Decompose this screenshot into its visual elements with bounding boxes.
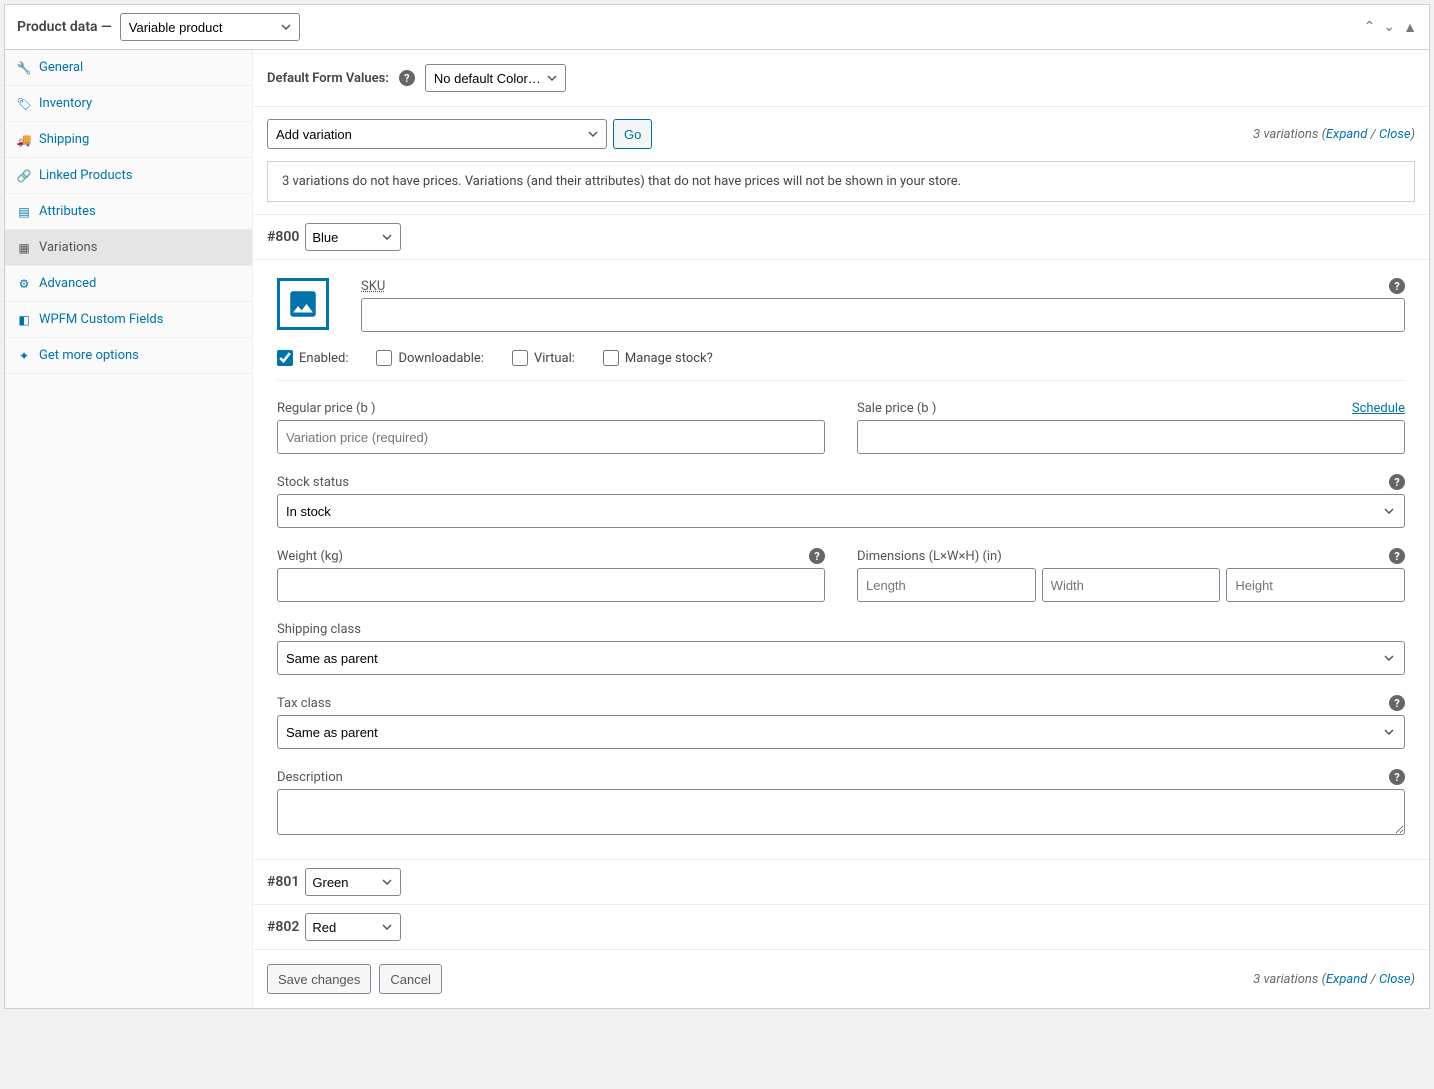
virtual-checkbox[interactable]: Virtual: xyxy=(512,350,575,366)
variation-801-header[interactable]: #801 Green xyxy=(253,859,1429,904)
sale-price-input[interactable] xyxy=(857,420,1405,454)
regular-price-label: Regular price (b ) xyxy=(277,401,376,416)
shipping-class-select[interactable]: Same as parent xyxy=(277,641,1405,675)
tax-class-select[interactable]: Same as parent xyxy=(277,715,1405,749)
grid-icon: ▦ xyxy=(17,241,31,255)
width-input[interactable] xyxy=(1042,568,1221,602)
close-link[interactable]: Close xyxy=(1379,127,1411,142)
variation-800-color-select[interactable]: Blue xyxy=(305,223,401,251)
tab-advanced[interactable]: ⚙Advanced xyxy=(5,266,252,302)
sale-price-label: Sale price (b ) xyxy=(857,401,936,416)
tab-inventory[interactable]: 🏷Inventory xyxy=(5,86,252,122)
close-link-footer[interactable]: Close xyxy=(1379,972,1411,987)
height-input[interactable] xyxy=(1226,568,1405,602)
weight-label: Weight (kg) xyxy=(277,549,343,564)
shipping-class-label: Shipping class xyxy=(277,622,361,637)
tab-variations[interactable]: ▦Variations xyxy=(5,230,252,266)
tab-get-more-options[interactable]: ✦Get more options xyxy=(5,338,252,374)
dimensions-label: Dimensions (L×W×H) (in) xyxy=(857,549,1002,564)
tag-icon: 🏷 xyxy=(17,97,31,111)
tab-wpfm-custom-fields[interactable]: ◧WPFM Custom Fields xyxy=(5,302,252,338)
variation-802-color-select[interactable]: Red xyxy=(305,913,401,941)
wrench-icon: 🔧 xyxy=(17,61,31,75)
variation-id: #800 xyxy=(267,229,299,245)
variation-count-footer: 3 variations (Expand / Close) xyxy=(1253,972,1415,987)
help-icon[interactable] xyxy=(1389,695,1405,711)
tax-class-label: Tax class xyxy=(277,696,331,711)
variation-id: #802 xyxy=(267,919,299,935)
sku-input[interactable] xyxy=(361,298,1405,332)
chevron-up-icon[interactable]: ⌃ xyxy=(1364,19,1376,36)
variation-image-upload[interactable] xyxy=(277,278,329,330)
panel-header: Product data — Variable product ⌃ ⌄ ▲ xyxy=(5,5,1429,50)
default-form-values-label: Default Form Values: xyxy=(267,71,389,86)
price-warning-notice: 3 variations do not have prices. Variati… xyxy=(267,161,1415,202)
help-icon[interactable] xyxy=(399,70,415,86)
tab-general[interactable]: 🔧General xyxy=(5,50,252,86)
plus-icon: ✦ xyxy=(17,349,31,363)
length-input[interactable] xyxy=(857,568,1036,602)
cube-icon: ◧ xyxy=(17,313,31,327)
tab-linked-products[interactable]: 🔗Linked Products xyxy=(5,158,252,194)
expand-link-footer[interactable]: Expand xyxy=(1326,972,1367,987)
schedule-link[interactable]: Schedule xyxy=(1352,401,1405,416)
expand-link[interactable]: Expand xyxy=(1326,127,1367,142)
product-type-select[interactable]: Variable product xyxy=(120,13,300,41)
enabled-checkbox[interactable]: Enabled: xyxy=(277,350,348,366)
variation-count: 3 variations (Expand / Close) xyxy=(1253,127,1415,142)
weight-input[interactable] xyxy=(277,568,825,602)
help-icon[interactable] xyxy=(1389,474,1405,490)
list-icon: ▤ xyxy=(17,205,31,219)
variations-content: Default Form Values: No default Color… A… xyxy=(253,50,1429,1008)
image-icon xyxy=(286,287,320,321)
panel-title: Product data — xyxy=(17,19,112,35)
gear-icon: ⚙ xyxy=(17,277,31,291)
save-changes-button[interactable]: Save changes xyxy=(267,964,371,994)
variation-800-header[interactable]: #800 Blue xyxy=(253,214,1429,259)
default-color-select[interactable]: No default Color… xyxy=(425,64,566,92)
regular-price-input[interactable] xyxy=(277,420,825,454)
variation-action-select[interactable]: Add variation xyxy=(267,119,607,149)
go-button[interactable]: Go xyxy=(613,119,652,149)
stock-status-select[interactable]: In stock xyxy=(277,494,1405,528)
truck-icon: 🚚 xyxy=(17,133,31,147)
description-label: Description xyxy=(277,770,343,785)
product-data-panel: Product data — Variable product ⌃ ⌄ ▲ 🔧G… xyxy=(4,4,1430,1009)
link-icon: 🔗 xyxy=(17,169,31,183)
tab-attributes[interactable]: ▤Attributes xyxy=(5,194,252,230)
help-icon[interactable] xyxy=(809,548,825,564)
variation-802-header[interactable]: #802 Red xyxy=(253,904,1429,949)
manage-stock-checkbox[interactable]: Manage stock? xyxy=(603,350,713,366)
collapse-triangle-icon[interactable]: ▲ xyxy=(1403,19,1417,36)
sku-label: SKU xyxy=(361,279,385,294)
stock-status-label: Stock status xyxy=(277,475,349,490)
cancel-button[interactable]: Cancel xyxy=(379,964,441,994)
tabs-sidebar: 🔧General 🏷Inventory 🚚Shipping 🔗Linked Pr… xyxy=(5,50,253,1008)
description-textarea[interactable] xyxy=(277,789,1405,835)
variation-801-color-select[interactable]: Green xyxy=(305,868,401,896)
help-icon[interactable] xyxy=(1389,278,1405,294)
downloadable-checkbox[interactable]: Downloadable: xyxy=(376,350,483,366)
variation-800-body: SKU Enabled: Downloadable: Virtual: Mana… xyxy=(253,259,1429,859)
tab-shipping[interactable]: 🚚Shipping xyxy=(5,122,252,158)
variation-id: #801 xyxy=(267,874,299,890)
help-icon[interactable] xyxy=(1389,548,1405,564)
help-icon[interactable] xyxy=(1389,769,1405,785)
chevron-down-icon[interactable]: ⌄ xyxy=(1383,19,1395,36)
